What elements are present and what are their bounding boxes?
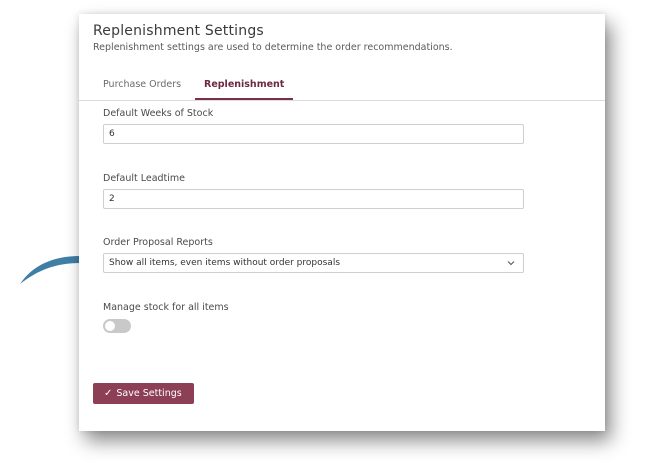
chevron-down-icon <box>507 261 515 266</box>
order-proposal-reports-value: Show all items, even items without order… <box>109 258 341 268</box>
check-icon: ✓ <box>104 388 113 399</box>
save-settings-label: Save Settings <box>116 388 182 399</box>
save-settings-button[interactable]: ✓ Save Settings <box>93 383 194 404</box>
page-subtitle: Replenishment settings are used to deter… <box>93 42 453 53</box>
leadtime-input[interactable] <box>103 189 524 209</box>
weeks-of-stock-label: Default Weeks of Stock <box>103 108 214 119</box>
page-title: Replenishment Settings <box>93 23 264 39</box>
weeks-of-stock-input[interactable] <box>103 124 524 144</box>
manage-stock-label: Manage stock for all items <box>103 302 229 313</box>
leadtime-label: Default Leadtime <box>103 173 186 184</box>
tab-bar: Purchase Orders Replenishment <box>79 76 605 101</box>
manage-stock-toggle[interactable] <box>103 319 131 333</box>
order-proposal-reports-select[interactable]: Show all items, even items without order… <box>103 253 524 273</box>
tab-replenishment[interactable]: Replenishment <box>195 78 294 100</box>
toggle-knob <box>105 321 115 331</box>
screenshot-stage: Replenishment Settings Replenishment set… <box>0 0 666 464</box>
order-proposal-reports-label: Order Proposal Reports <box>103 237 213 248</box>
settings-card: Replenishment Settings Replenishment set… <box>79 14 605 431</box>
tab-purchase-orders[interactable]: Purchase Orders <box>103 78 181 98</box>
